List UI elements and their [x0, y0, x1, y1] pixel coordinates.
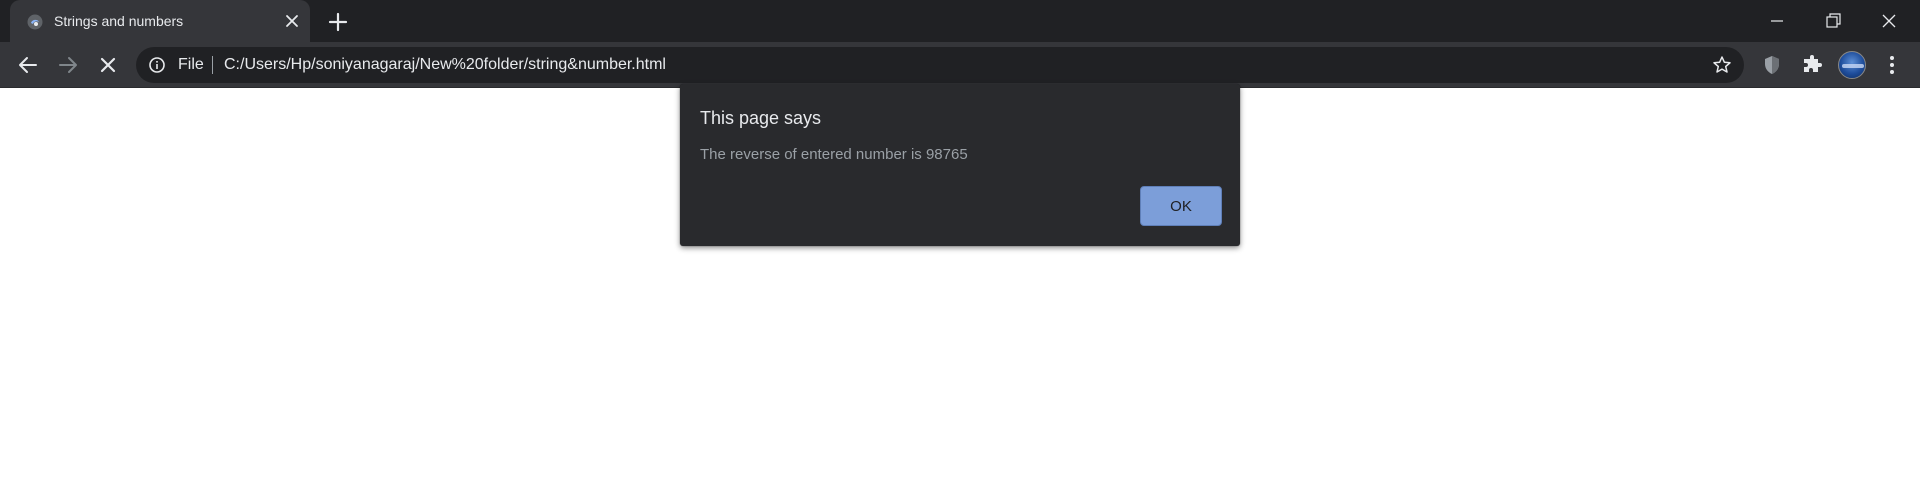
avatar-image: [1842, 64, 1864, 68]
html-file-icon: [27, 14, 43, 30]
stop-loading-icon[interactable]: [96, 53, 120, 77]
scheme-label: File: [178, 56, 204, 73]
ok-button[interactable]: OK: [1140, 186, 1222, 226]
restore-icon[interactable]: [1820, 8, 1846, 34]
forward-arrow-icon[interactable]: [56, 53, 80, 77]
minimize-icon[interactable]: [1764, 8, 1790, 34]
tab-title: Strings and numbers: [54, 13, 184, 29]
close-icon[interactable]: [1876, 8, 1902, 34]
url-text[interactable]: C:/Users/Hp/soniyanagaraj/New%20folder/s…: [224, 56, 666, 74]
more-vert-icon[interactable]: [1880, 53, 1904, 77]
tab-close-icon[interactable]: [282, 11, 302, 31]
browser-toolbar: File C:/Users/Hp/soniyanagaraj/New%20fol…: [0, 42, 1920, 88]
browser-tab[interactable]: Strings and numbers: [10, 0, 310, 42]
plus-icon[interactable]: [326, 10, 350, 34]
dialog-title: This page says: [700, 108, 822, 128]
address-bar[interactable]: File C:/Users/Hp/soniyanagaraj/New%20fol…: [136, 47, 1744, 83]
tab-strip: Strings and numbers: [0, 0, 1920, 42]
puzzle-icon[interactable]: [1800, 53, 1824, 77]
back-arrow-icon[interactable]: [16, 53, 40, 77]
alert-dialog: This page says The reverse of entered nu…: [680, 84, 1240, 246]
info-icon[interactable]: [148, 56, 166, 74]
avatar[interactable]: [1838, 51, 1866, 79]
star-icon[interactable]: [1712, 55, 1732, 75]
omnibox-divider: [212, 56, 213, 74]
dialog-message: The reverse of entered number is 98765: [700, 146, 968, 163]
shield-icon[interactable]: [1760, 53, 1784, 77]
